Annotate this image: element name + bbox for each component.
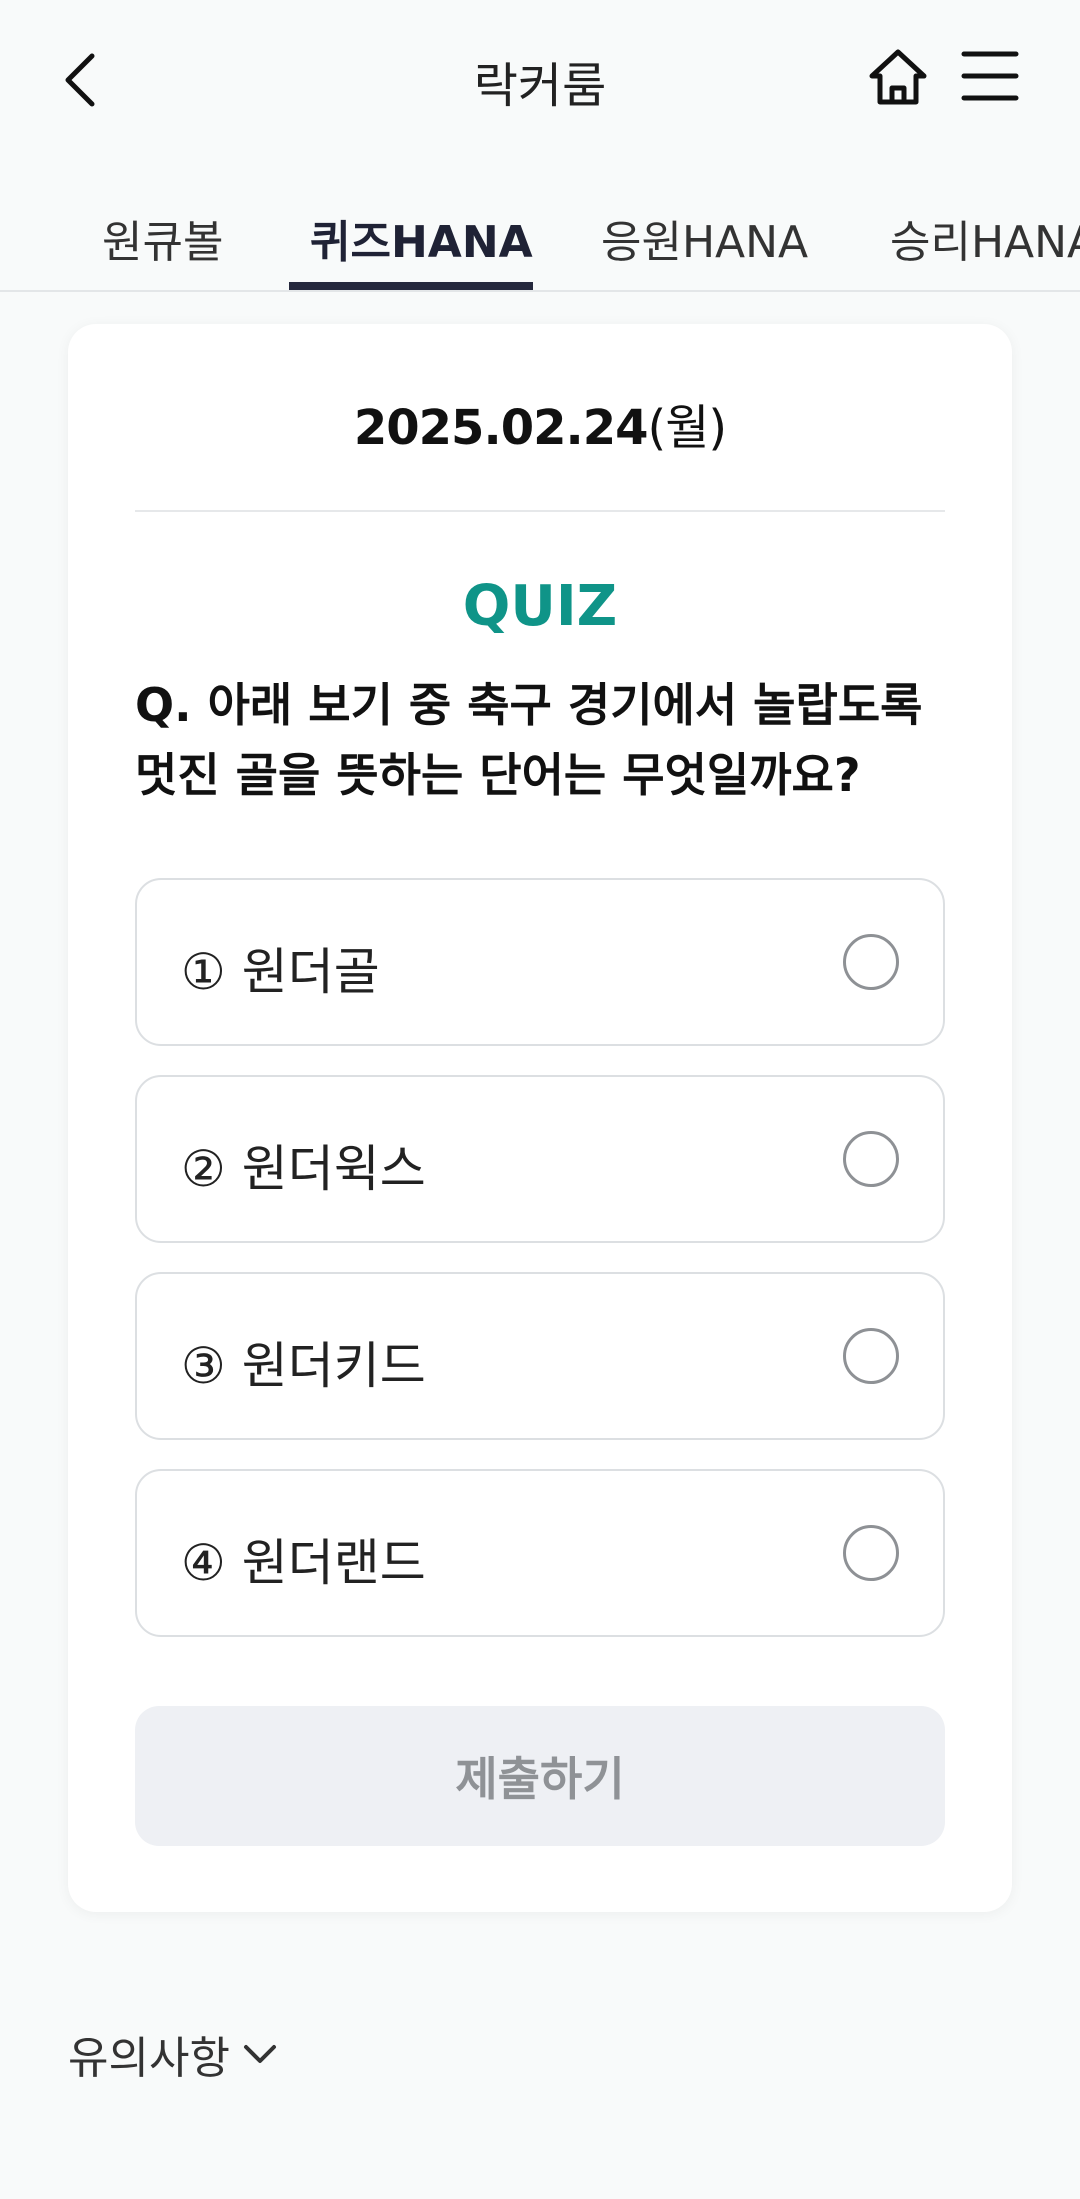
tab-victory-hana[interactable]: 승리HANA	[890, 206, 1080, 270]
quiz-card: 2025.02.24(월) QUIZ Q. 아래 보기 중 축구 경기에서 놀랍…	[68, 324, 1012, 1912]
radio-button[interactable]	[843, 934, 899, 990]
quiz-date: 2025.02.24(월)	[68, 388, 1012, 458]
option-label: ① 원더골	[181, 943, 380, 1001]
quiz-question: Q. 아래 보기 중 축구 경기에서 놀랍도록 멋진 골을 뜻하는 단어는 무엇…	[135, 678, 923, 802]
tab-one-q-ball[interactable]: 원큐볼	[102, 206, 223, 270]
quiz-option-2[interactable]: ② 원더윅스	[135, 1075, 945, 1243]
home-icon	[869, 49, 927, 105]
notice-toggle[interactable]: 유의사항	[68, 2022, 278, 2086]
home-button[interactable]	[866, 44, 930, 108]
hamburger-menu-icon	[961, 51, 1019, 101]
option-label: ④ 원더랜드	[181, 1534, 426, 1592]
chevron-down-icon	[243, 2045, 276, 2063]
tab-quiz-hana[interactable]: 퀴즈HANA	[310, 206, 533, 270]
date-value: 2025.02.24	[353, 400, 649, 456]
day-of-week: (월)	[647, 400, 728, 456]
active-tab-indicator	[289, 282, 533, 290]
option-label: ③ 원더키드	[181, 1337, 426, 1395]
quiz-option-3[interactable]: ③ 원더키드	[135, 1272, 945, 1440]
quiz-option-1[interactable]: ① 원더골	[135, 878, 945, 1046]
notice-label: 유의사항	[68, 2033, 230, 2084]
quiz-label: QUIZ	[462, 574, 618, 639]
tab-bar: 원큐볼 퀴즈HANA 응원HANA 승리HANA	[0, 180, 1080, 292]
divider	[135, 510, 945, 512]
menu-button[interactable]	[958, 44, 1022, 108]
radio-button[interactable]	[843, 1328, 899, 1384]
tab-cheer-hana[interactable]: 응원HANA	[601, 206, 808, 270]
app-header: 락커룸	[0, 0, 1080, 160]
option-label: ② 원더윅스	[181, 1140, 426, 1198]
radio-button[interactable]	[843, 1525, 899, 1581]
quiz-option-4[interactable]: ④ 원더랜드	[135, 1469, 945, 1637]
submit-button[interactable]: 제출하기	[135, 1706, 945, 1846]
radio-button[interactable]	[843, 1131, 899, 1187]
